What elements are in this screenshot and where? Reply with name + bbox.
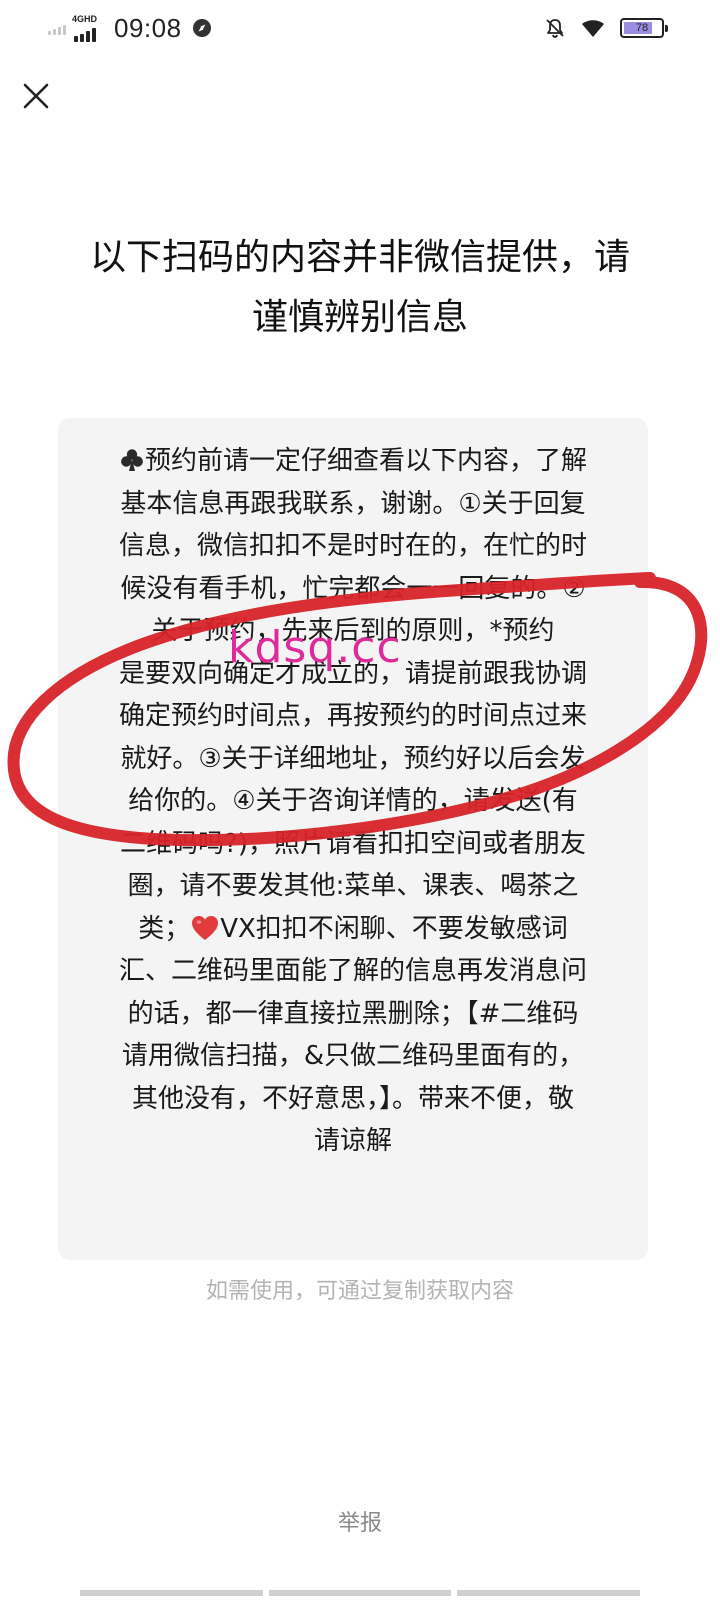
content-line: 预约前请一定仔细查看以下内容，了解 bbox=[84, 440, 622, 483]
content-line: 二维码吗?)，照片请看扣扣空间或者朋友 bbox=[120, 828, 586, 859]
network-label: 4GHD bbox=[72, 14, 98, 24]
content-line: 圈，请不要发其他:菜单、课表、喝茶之 bbox=[127, 871, 579, 901]
content-line-text: 预约前请一定仔细查看以下内容，了解 bbox=[144, 446, 587, 476]
content-line-text: 类； bbox=[138, 913, 191, 944]
content-line: 给你的。④关于咨询详情的，请发送(有 bbox=[128, 786, 578, 816]
signal-strong-icon bbox=[74, 28, 96, 42]
bottom-bar-segment bbox=[80, 1590, 263, 1596]
signal-weak-icon bbox=[48, 21, 66, 35]
content-line: 信息，微信扣扣不是时时在的，在忙的时 bbox=[118, 531, 587, 561]
content-line-text: VX扣扣不闲聊、不要发敏感词 bbox=[220, 913, 568, 944]
content-line: 其他没有，不好意思，】。带来不便，敬 bbox=[131, 1083, 574, 1114]
bottom-bars bbox=[80, 1590, 641, 1596]
status-bar: 4GHD 09:08 78 bbox=[0, 0, 720, 56]
report-link[interactable]: 举报 bbox=[310, 1508, 410, 1540]
battery-level: 78 bbox=[635, 22, 649, 34]
page-title-line1: 以下扫码的内容并非微信提供，请 bbox=[89, 237, 630, 278]
heart-icon bbox=[192, 915, 219, 940]
wifi-icon bbox=[582, 20, 604, 37]
content-line: 请用微信扫描，&只做二维码里面有的， bbox=[121, 1041, 585, 1071]
content-line: 确定预约时间点，再按预约的时间点过来 bbox=[118, 701, 587, 731]
screen: 4GHD 09:08 78 以下扫码的内容并非微信提供，请 谨慎辨别信息 预约前… bbox=[0, 0, 720, 1600]
page-title-line2: 谨慎辨别信息 bbox=[251, 297, 468, 338]
bottom-bar-segment bbox=[457, 1590, 641, 1596]
network-indicator: 4GHD bbox=[72, 14, 106, 42]
close-button[interactable] bbox=[16, 76, 56, 116]
bell-off-icon bbox=[546, 19, 564, 38]
status-bar-right: 78 bbox=[544, 12, 668, 44]
content-line: 是要双向确定才成立的，请提前跟我协调 bbox=[118, 658, 587, 689]
content-line: 候没有看手机，忙完都会一一回复的。② bbox=[120, 573, 586, 604]
copy-hint: 如需使用，可通过复制获取内容 bbox=[205, 1279, 514, 1304]
club-icon bbox=[121, 449, 143, 471]
content-line: 基本信息再跟我联系，谢谢。①关于回复 bbox=[120, 488, 586, 519]
close-icon bbox=[23, 83, 49, 109]
content-line: 就好。③关于详细地址，预约好以后会发 bbox=[120, 743, 586, 774]
page-title: 以下扫码的内容并非微信提供，请 谨慎辨别信息 bbox=[40, 228, 680, 348]
scanned-content-text: 预约前请一定仔细查看以下内容，了解 基本信息再跟我联系，谢谢。①关于回复 信息，… bbox=[84, 440, 622, 1163]
content-line: 请谅解 bbox=[313, 1126, 392, 1156]
battery-cap bbox=[665, 25, 668, 32]
content-line: 的话，都一律直接拉黑删除；【#二维码 bbox=[127, 998, 579, 1029]
battery-indicator: 78 bbox=[620, 18, 668, 38]
bottom-bar-segment bbox=[268, 1590, 452, 1596]
content-line: 汇、二维码里面能了解的信息再发消息问 bbox=[118, 956, 587, 986]
status-bar-left: 4GHD 09:08 bbox=[48, 12, 212, 44]
compass-icon bbox=[192, 19, 211, 37]
scanned-content-box[interactable]: 预约前请一定仔细查看以下内容，了解 基本信息再跟我联系，谢谢。①关于回复 信息，… bbox=[58, 418, 648, 1260]
content-line: 关于预约，先来后到的原则，*预约 bbox=[151, 616, 555, 646]
status-time: 09:08 bbox=[114, 12, 182, 43]
content-line: 类； VX扣扣不闲聊、不要发敏感词 bbox=[84, 908, 622, 951]
